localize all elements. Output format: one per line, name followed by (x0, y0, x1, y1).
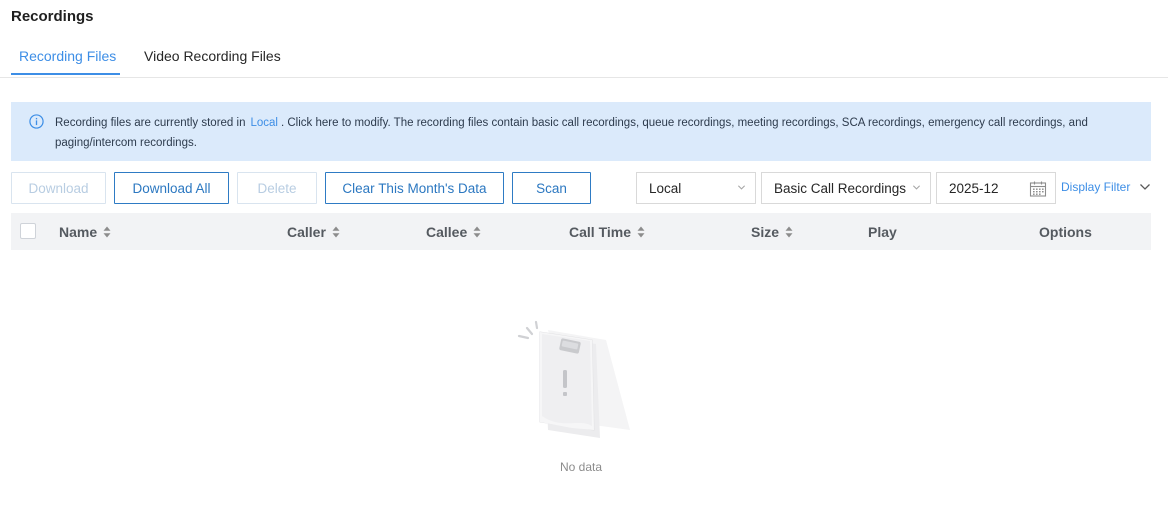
storage-location-link[interactable]: Local (250, 117, 278, 129)
info-banner: Recording files are currently stored in L… (11, 102, 1151, 161)
display-filter-link[interactable]: Display Filter (1061, 180, 1130, 194)
month-picker-value: 2025-12 (949, 180, 999, 196)
column-play: Play (868, 224, 897, 240)
banner-text: Recording files are currently stored in L… (55, 113, 1135, 153)
table-header: Name Caller Callee Call Time Size Play O… (11, 213, 1151, 250)
download-button[interactable]: Download (11, 172, 106, 204)
clear-month-data-button[interactable]: Clear This Month's Data (325, 172, 504, 204)
column-call-time-label: Call Time (569, 224, 631, 240)
column-size[interactable]: Size (751, 224, 793, 240)
empty-state-text: No data (559, 460, 603, 474)
banner-text-before: Recording files are currently stored in (55, 117, 246, 129)
info-icon (29, 114, 44, 129)
tab-recording-files[interactable]: Recording Files (19, 48, 116, 64)
column-call-time[interactable]: Call Time (569, 224, 645, 240)
column-caller[interactable]: Caller (287, 224, 340, 240)
empty-state-illustration (517, 320, 630, 438)
column-callee-label: Callee (426, 224, 468, 240)
chevron-down-icon (912, 185, 921, 190)
select-all-checkbox[interactable] (20, 223, 36, 239)
column-size-label: Size (751, 224, 780, 240)
delete-button[interactable]: Delete (237, 172, 317, 204)
sort-icon[interactable] (785, 226, 793, 238)
tab-video-recording-files[interactable]: Video Recording Files (144, 48, 281, 64)
sort-icon[interactable] (103, 226, 111, 238)
sort-icon[interactable] (637, 226, 645, 238)
sort-icon[interactable] (332, 226, 340, 238)
active-tab-indicator (11, 73, 120, 75)
recording-type-select[interactable]: Basic Call Recordings (761, 172, 931, 204)
page-title: Recordings (11, 8, 94, 25)
column-options-label: Options (1039, 224, 1092, 240)
column-options: Options (1039, 224, 1092, 240)
sort-icon[interactable] (473, 226, 481, 238)
column-caller-label: Caller (287, 224, 326, 240)
chevron-down-icon[interactable] (1139, 181, 1151, 193)
column-callee[interactable]: Callee (426, 224, 481, 240)
download-all-button[interactable]: Download All (114, 172, 229, 204)
scan-button[interactable]: Scan (512, 172, 591, 204)
month-picker[interactable]: 2025-12 (936, 172, 1056, 204)
chevron-down-icon (737, 185, 746, 190)
storage-select-value: Local (649, 180, 682, 196)
column-play-label: Play (868, 224, 897, 240)
column-name[interactable]: Name (59, 224, 111, 240)
column-name-label: Name (59, 224, 98, 240)
calendar-icon[interactable] (1029, 180, 1047, 198)
tab-bar: Recording Files Video Recording Files (0, 42, 1168, 78)
storage-select[interactable]: Local (636, 172, 756, 204)
recording-type-value: Basic Call Recordings (774, 180, 907, 196)
